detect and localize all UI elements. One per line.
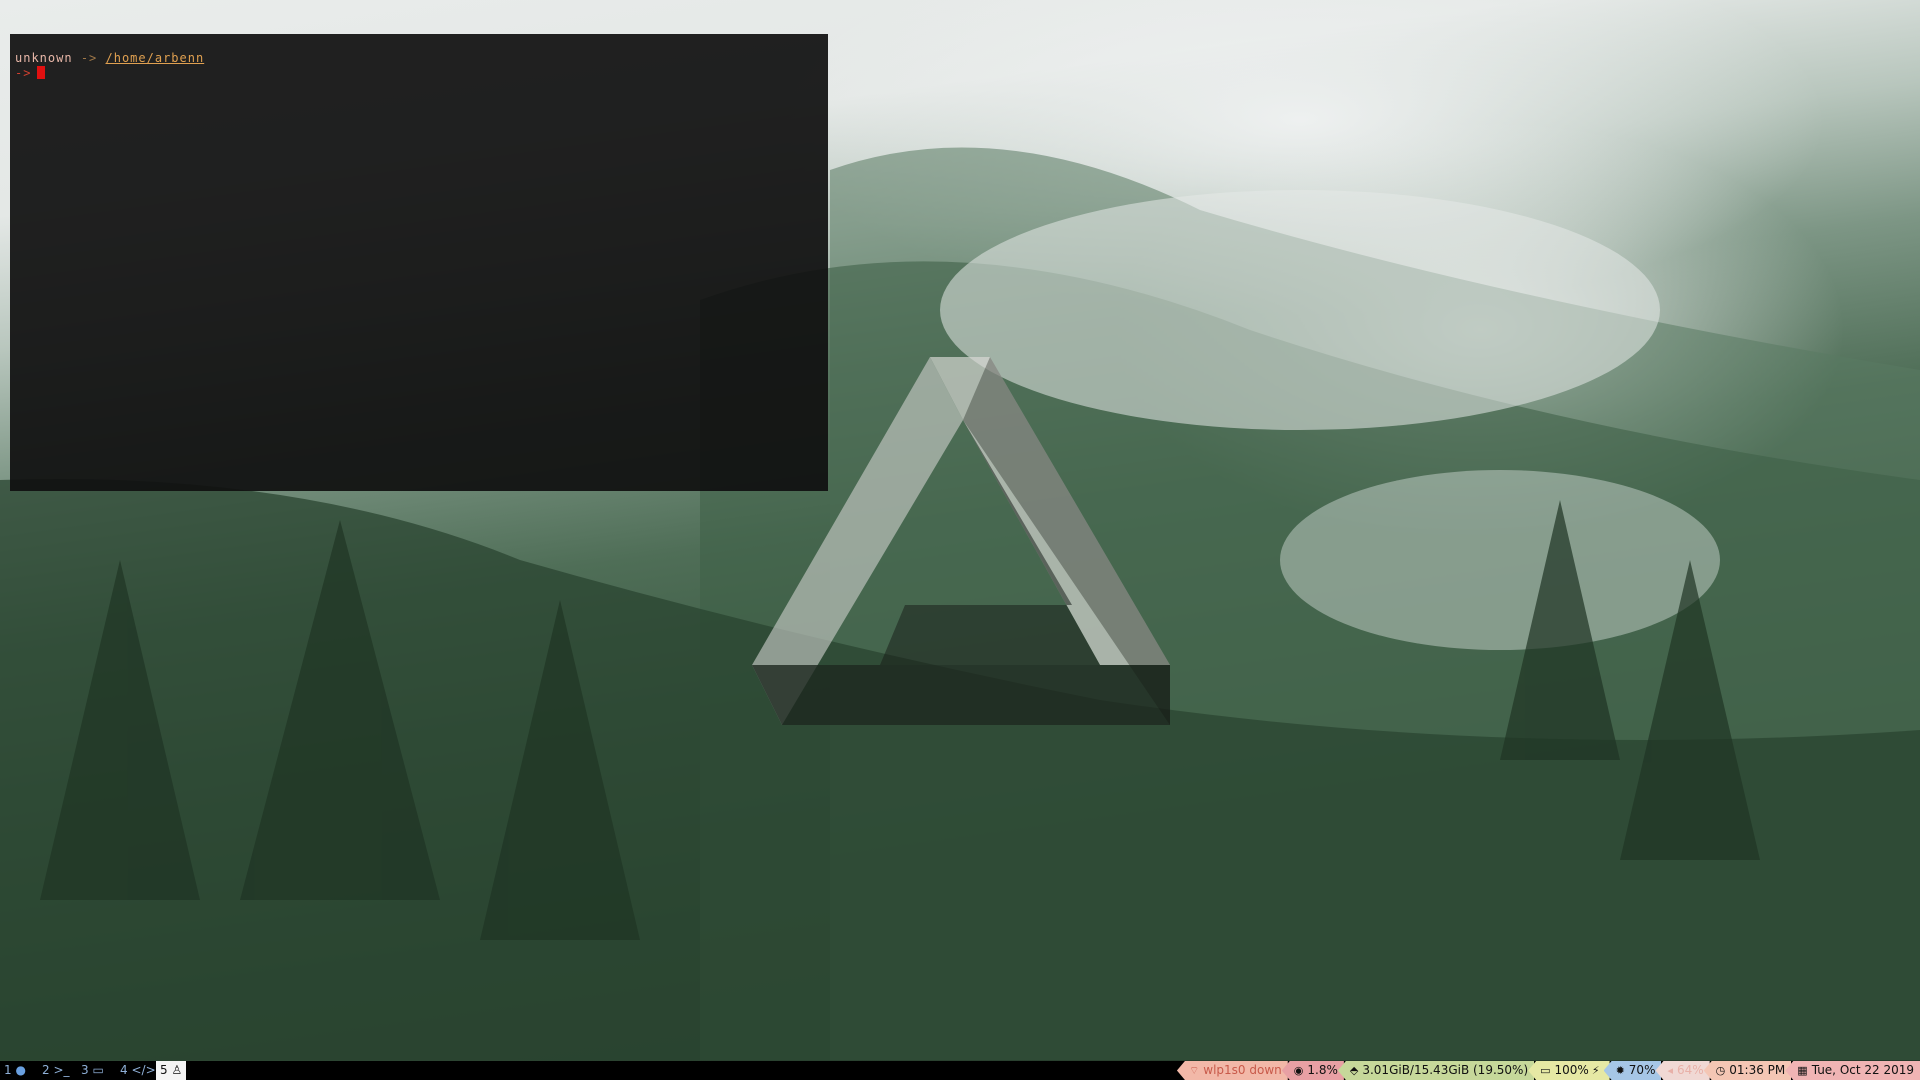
folder-icon: ▭ bbox=[92, 1063, 104, 1077]
brightness-module[interactable]: ✹ 70% bbox=[1603, 1061, 1662, 1080]
battery-module[interactable]: ▭ 100% ⚡ bbox=[1528, 1061, 1610, 1080]
memory-module[interactable]: ⬘ 3.01GiB/15.43GiB (19.50%) bbox=[1337, 1061, 1535, 1080]
brightness-level: 70% bbox=[1628, 1063, 1656, 1077]
workspace-5-number: 5 bbox=[160, 1063, 168, 1077]
status-modules: ⌔ wlp1s0 down ◉ 1.8% ⬘ 3.01GiB/15.43GiB … bbox=[1176, 1061, 1920, 1080]
workspace-4[interactable]: 4 </> bbox=[116, 1061, 160, 1080]
volume-icon: ◂ bbox=[1667, 1064, 1673, 1077]
memory-usage: 3.01GiB/15.43GiB (19.50%) bbox=[1362, 1063, 1529, 1077]
terminal-line-1: unknown -> /home/arbenn bbox=[15, 51, 823, 66]
cpu-usage: 1.8% bbox=[1307, 1063, 1338, 1077]
cpu-module[interactable]: ◉ 1.8% bbox=[1281, 1061, 1344, 1080]
wifi-icon: ⌔ bbox=[1188, 1064, 1200, 1077]
terminal-icon: >_ bbox=[53, 1063, 70, 1077]
code-icon: </> bbox=[131, 1063, 156, 1077]
desktop: unknown -> /home/arbenn -> 1 ● 2 >_ 3 ▭ … bbox=[0, 0, 1920, 1080]
workspace-1-number: 1 bbox=[4, 1063, 12, 1077]
speedometer-icon: ◉ bbox=[1293, 1064, 1304, 1077]
date-text: Tue, Oct 22 2019 bbox=[1811, 1063, 1914, 1077]
terminal-arrow: -> bbox=[80, 51, 98, 65]
workspace-4-number: 4 bbox=[120, 1063, 128, 1077]
workspace-5[interactable]: 5 ♙ bbox=[156, 1061, 187, 1080]
battery-level: 100% bbox=[1554, 1063, 1589, 1077]
network-status: wlp1s0 down bbox=[1203, 1063, 1282, 1077]
calendar-icon: ▦ bbox=[1797, 1064, 1808, 1077]
network-module[interactable]: ⌔ wlp1s0 down bbox=[1176, 1061, 1288, 1080]
workspace-2[interactable]: 2 >_ bbox=[38, 1061, 74, 1080]
volume-level: 64% bbox=[1677, 1063, 1704, 1077]
workspace-3[interactable]: 3 ▭ bbox=[77, 1061, 108, 1080]
workspace-1[interactable]: 1 ● bbox=[0, 1061, 30, 1080]
terminal-prompt: -> bbox=[15, 66, 32, 80]
memory-icon: ⬘ bbox=[1349, 1064, 1359, 1077]
terminal-line-2: -> bbox=[15, 66, 823, 81]
globe-icon: ● bbox=[15, 1063, 26, 1077]
workspace-2-number: 2 bbox=[42, 1063, 50, 1077]
clock-time: 01:36 PM bbox=[1729, 1063, 1786, 1077]
terminal-user: unknown bbox=[15, 51, 73, 65]
terminal-cursor[interactable] bbox=[37, 66, 46, 79]
terminal-window[interactable]: unknown -> /home/arbenn -> bbox=[10, 34, 828, 491]
volume-module[interactable]: ◂ 64% bbox=[1655, 1061, 1710, 1080]
workspace-3-number: 3 bbox=[81, 1063, 89, 1077]
date-module[interactable]: ▦ Tue, Oct 22 2019 bbox=[1785, 1061, 1920, 1080]
clock-icon: ◷ bbox=[1715, 1064, 1726, 1077]
clock-module[interactable]: ◷ 01:36 PM bbox=[1703, 1061, 1792, 1080]
charging-icon: ⚡ bbox=[1591, 1064, 1600, 1077]
battery-icon: ▭ bbox=[1540, 1064, 1551, 1077]
status-bar: 1 ● 2 >_ 3 ▭ 4 </> 5 ♙ ⌔ wlp1s0 down ◉ 1… bbox=[0, 1061, 1920, 1080]
linux-icon: ♙ bbox=[171, 1063, 183, 1077]
terminal-cwd: /home/arbenn bbox=[105, 51, 205, 65]
brightness-icon: ✹ bbox=[1615, 1064, 1625, 1077]
